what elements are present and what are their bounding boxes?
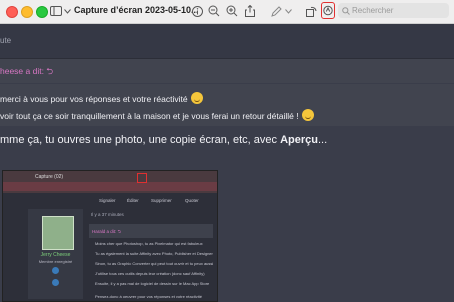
rotate-icon[interactable] [305, 3, 317, 19]
embedded-badge-icon [52, 267, 59, 274]
post-header-label: ute [0, 36, 12, 45]
smiling-emoji-icon [301, 109, 314, 121]
embedded-text-line: Sinon, tu as Graphic Converter qui peut … [95, 261, 214, 266]
quote-author[interactable]: heese a dit: ⮌ [0, 66, 53, 80]
grinning-emoji-icon [190, 92, 203, 104]
zoom-in-icon[interactable] [225, 3, 239, 19]
chevron-down-icon[interactable] [63, 3, 71, 19]
post-body-text: mme ça, tu ouvres une photo, une copie é… [0, 134, 328, 146]
embedded-markup-strip [3, 182, 217, 191]
embedded-avatar [42, 216, 74, 250]
app-name-bold: Aperçu [280, 134, 318, 146]
close-window-button[interactable] [6, 6, 18, 18]
minimize-window-button[interactable] [21, 6, 33, 18]
embedded-badge-icon [52, 279, 59, 286]
highlight-icon[interactable] [321, 2, 335, 19]
preview-toolbar: Capture d’écran 2023-05-10... Rechercher [0, 0, 454, 24]
search-icon [342, 3, 350, 20]
search-placeholder: Rechercher [352, 6, 394, 15]
zoom-window-button[interactable] [36, 6, 48, 18]
embedded-text-line: Moins cher que Photoshop, tu as Pixelmat… [95, 241, 203, 246]
embedded-tab: Signaler [99, 198, 116, 203]
document-title: Capture d’écran 2023-05-10... [74, 5, 199, 15]
embedded-screenshot: Capture (02) Signaler Éditer Supprimer Q… [2, 170, 218, 302]
embedded-tab: Éditer [127, 198, 139, 203]
share-icon[interactable] [243, 3, 257, 19]
info-icon[interactable] [190, 3, 204, 19]
embedded-user-name: Jerry Cheese [40, 252, 71, 258]
embedded-text-line: Pensez-donc à oeuvrer pour vos réponses … [95, 294, 202, 299]
quote-line: merci à vous pour vos réponses et votre … [0, 92, 203, 104]
embedded-time: Il y a 37 minutes [91, 212, 124, 217]
embedded-user-card: Jerry Cheese Membre enregistré [28, 209, 83, 299]
embedded-text-line: Tu as également la suite Affinity avec P… [95, 251, 213, 256]
sidebar-icon[interactable] [49, 3, 63, 19]
embedded-window-title: Capture (02) [35, 174, 64, 180]
embedded-toolbar: Capture (02) [3, 171, 217, 193]
embedded-quote-author: Harald a dit: ⮌ [92, 229, 122, 234]
quote-body: merci à vous pour vos réponses et votre … [0, 84, 454, 126]
embedded-text-line: Ensuite, il y a pas mal de logiciel de d… [95, 281, 210, 286]
search-input[interactable]: Rechercher [338, 3, 449, 18]
embedded-quote: Harald a dit: ⮌ [89, 224, 213, 238]
embedded-user-role: Membre enregistré [38, 259, 73, 264]
embedded-text-line: J’utilise tous ces outils depuis leur cr… [95, 271, 205, 276]
markup-icon[interactable] [270, 3, 282, 19]
markup-chevron-icon[interactable] [284, 3, 292, 19]
zoom-out-icon[interactable] [207, 3, 221, 19]
post-header-row: ute [0, 24, 454, 59]
embedded-tab: Quoter [185, 198, 199, 203]
embedded-tab: Supprimer [151, 198, 172, 203]
embedded-highlight-box [137, 173, 147, 183]
quote-line: voir tout ça ce soir tranquillement à la… [0, 109, 314, 121]
quote-header [0, 59, 454, 83]
